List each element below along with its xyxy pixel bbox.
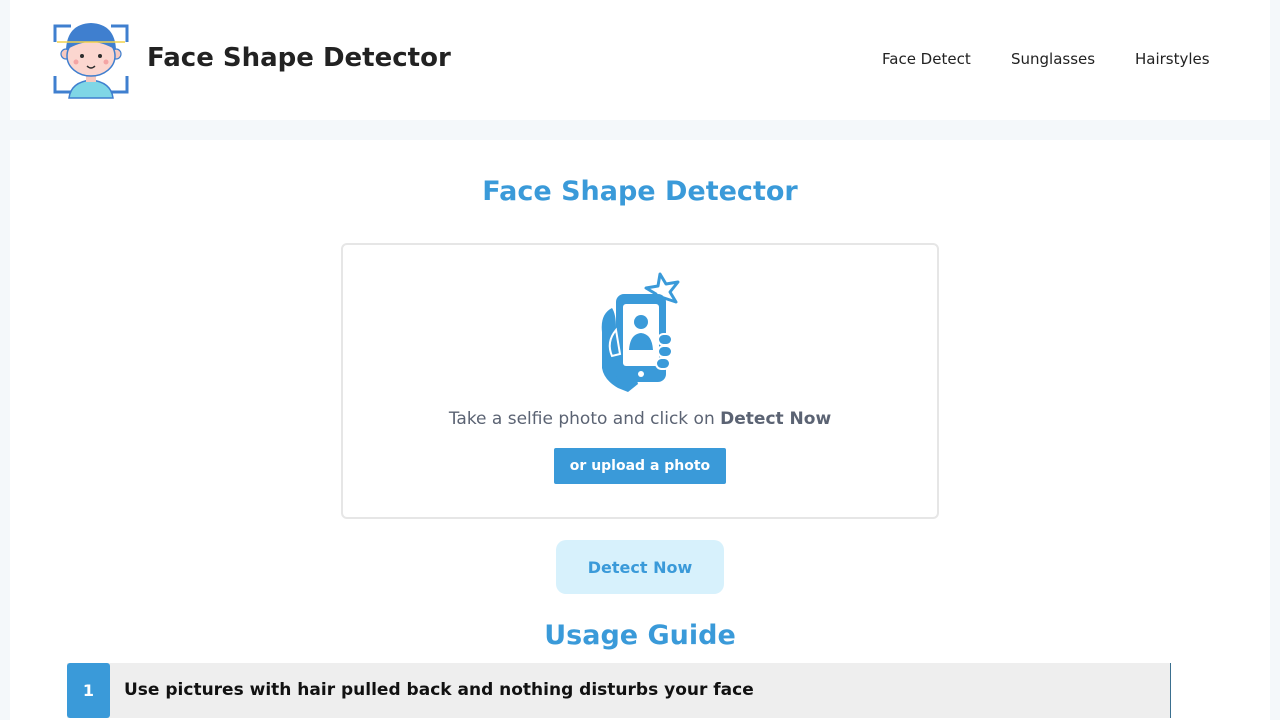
face-scan-icon[interactable] [51, 20, 131, 100]
guide-item-number: 1 [67, 663, 110, 718]
guide-item: 1 Use pictures with hair pulled back and… [67, 663, 1171, 718]
guide-item-text: Use pictures with hair pulled back and n… [124, 680, 754, 700]
site-title[interactable]: Face Shape Detector [147, 43, 451, 73]
nav-link-sunglasses[interactable]: Sunglasses [1011, 50, 1095, 68]
upload-instruction: Take a selfie photo and click on Detect … [343, 409, 937, 429]
instruction-text: Take a selfie photo and click on [448, 409, 721, 429]
photo-upload-area[interactable]: Take a selfie photo and click on Detect … [341, 243, 939, 519]
nav-link-hairstyles[interactable]: Hairstyles [1135, 50, 1210, 68]
page-title: Face Shape Detector [482, 176, 798, 207]
main-content: Face Shape Detector Take a selfie photo … [10, 140, 1270, 720]
usage-guide-title: Usage Guide [544, 620, 736, 651]
detect-now-button[interactable]: Detect Now [556, 540, 724, 594]
site-header: Face Shape Detector Face Detect Sunglass… [10, 0, 1270, 120]
upload-photo-button[interactable]: or upload a photo [554, 448, 726, 484]
instruction-emphasis: Detect Now [720, 409, 832, 429]
nav-link-face-detect[interactable]: Face Detect [882, 50, 971, 68]
selfie-phone-icon [601, 272, 680, 392]
